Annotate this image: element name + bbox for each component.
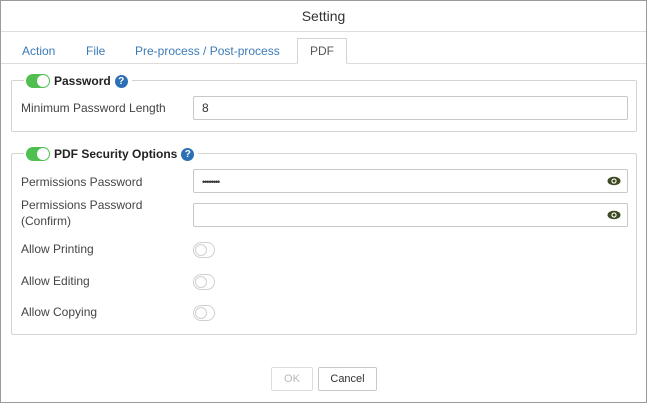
tab-pre-post-process[interactable]: Pre-process / Post-process <box>135 39 280 64</box>
help-icon[interactable]: ? <box>114 74 128 88</box>
show-password-eye-icon[interactable] <box>607 210 621 220</box>
permissions-password-input[interactable]: •••••••• <box>193 169 628 193</box>
show-password-eye-icon[interactable] <box>607 176 621 186</box>
tab-action[interactable]: Action <box>22 39 55 64</box>
permissions-password-value: •••••••• <box>202 177 220 187</box>
allow-editing-toggle[interactable] <box>193 274 215 290</box>
allow-copying-label: Allow Copying <box>21 305 98 319</box>
pdf-security-toggle[interactable] <box>26 147 50 161</box>
ok-button[interactable]: OK <box>271 367 313 391</box>
cancel-button[interactable]: Cancel <box>318 367 377 391</box>
confirm-label-line2: (Confirm) <box>21 214 71 228</box>
dialog-title: Setting <box>1 1 646 32</box>
password-section: Password ? Minimum Password Length 8 <box>11 72 637 132</box>
allow-printing-label: Allow Printing <box>21 242 94 256</box>
settings-dialog: Setting Action File Pre-process / Post-p… <box>0 0 647 403</box>
help-icon[interactable]: ? <box>181 147 195 161</box>
tab-file[interactable]: File <box>86 39 105 64</box>
dialog-footer: OK Cancel <box>1 341 646 403</box>
pdf-security-section: PDF Security Options ? Permissions Passw… <box>11 145 637 335</box>
allow-printing-toggle[interactable] <box>193 242 215 258</box>
toggle-knob <box>37 75 49 87</box>
min-password-length-label: Minimum Password Length <box>21 101 166 115</box>
allow-editing-label: Allow Editing <box>21 274 90 288</box>
permissions-password-confirm-input[interactable] <box>193 203 628 227</box>
tab-bar: Action File Pre-process / Post-process P… <box>1 38 646 64</box>
confirm-label-line1: Permissions Password <box>21 198 143 212</box>
min-password-length-input[interactable]: 8 <box>193 96 628 120</box>
password-toggle[interactable] <box>26 74 50 88</box>
tab-pdf[interactable]: PDF <box>297 38 347 64</box>
pdf-security-section-legend: PDF Security Options ? <box>24 145 199 163</box>
pdf-security-section-title: PDF Security Options <box>54 147 178 161</box>
toggle-knob <box>195 244 207 256</box>
password-section-legend: Password ? <box>24 72 132 90</box>
permissions-password-confirm-label: Permissions Password (Confirm) <box>21 197 142 229</box>
toggle-knob <box>195 307 207 319</box>
toggle-knob <box>37 148 49 160</box>
toggle-knob <box>195 276 207 288</box>
allow-copying-toggle[interactable] <box>193 305 215 321</box>
permissions-password-label: Permissions Password <box>21 175 143 189</box>
password-section-title: Password <box>54 74 111 88</box>
